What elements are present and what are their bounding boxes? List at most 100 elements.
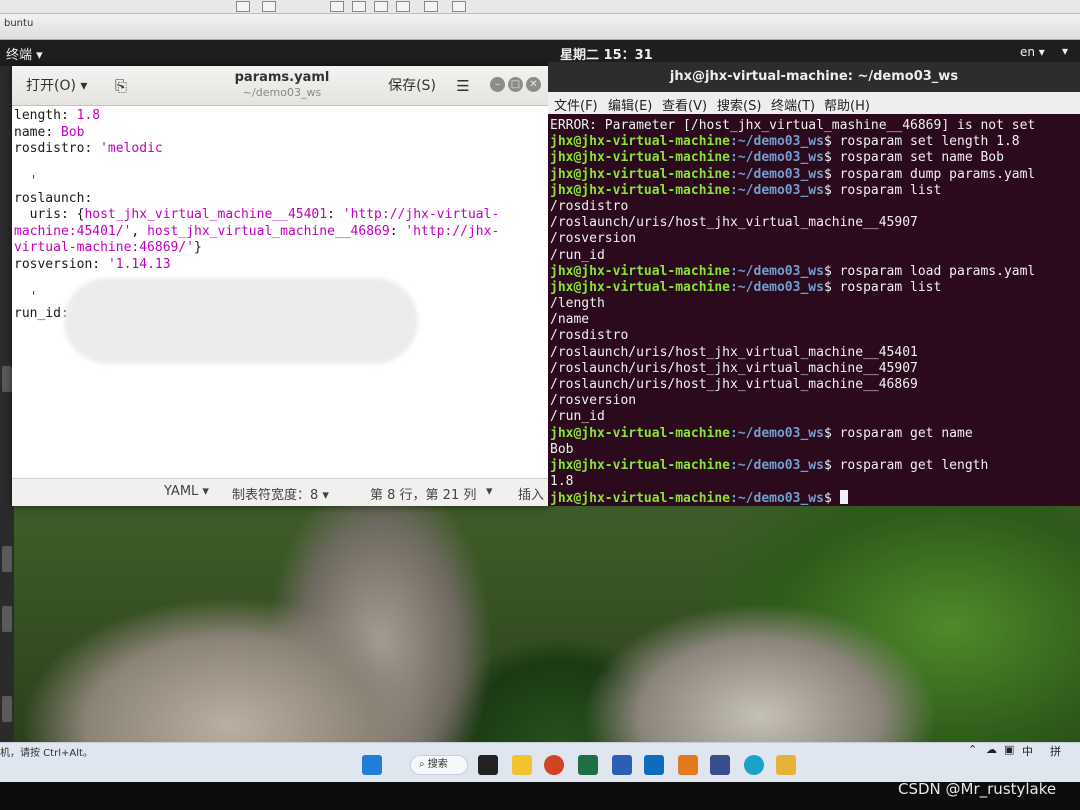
prompt-path: :~/demo03_ws [730, 263, 824, 279]
powerpoint-icon[interactable] [544, 755, 564, 775]
dock-app-icon[interactable] [2, 546, 12, 572]
ime-mode-indicator[interactable]: 拼 [1050, 743, 1061, 759]
document-path: ~/demo03_ws [242, 86, 322, 99]
vm-toolbar-button[interactable] [374, 1, 388, 12]
menu-edit[interactable]: 编辑(E) [608, 95, 652, 114]
new-tab-icon[interactable]: ⎘ [108, 74, 134, 98]
yaml-key: : { [60, 207, 85, 222]
vm-toolbar-button[interactable] [396, 1, 410, 12]
vm-toolbar-button[interactable] [236, 1, 250, 12]
tray-network-icon[interactable]: ▣ [1004, 743, 1014, 756]
menu-view[interactable]: 查看(V) [662, 95, 707, 114]
open-button[interactable]: 打开(O) ▾ [20, 74, 94, 98]
prompt-path: :~/demo03_ws [730, 425, 824, 441]
terminal-line: /run_id [550, 409, 605, 425]
prompt-path: :~/demo03_ws [730, 457, 824, 473]
terminal-output[interactable]: ERROR: Parameter [/host_jhx_virtual_mash… [550, 118, 1078, 506]
menu-search[interactable]: 搜索(S) [717, 95, 761, 114]
yaml-key: : [45, 124, 61, 140]
taskbar-search[interactable]: ⌕ 搜索 [410, 755, 468, 775]
terminal-line: ERROR: Parameter [/host_jhx_virtual_mash… [550, 118, 1036, 133]
yaml-key: } [194, 240, 202, 255]
tray-cloud-icon[interactable]: ☁ [986, 743, 997, 756]
dev-tool-icon[interactable] [710, 755, 730, 775]
terminal-line: jhx@jhx-virtual-machine:~/demo03_ws$ ros… [550, 150, 1078, 166]
prompt-user: jhx@jhx-virtual-machine [550, 491, 731, 507]
excel-icon[interactable] [578, 755, 598, 775]
redacted-area [64, 278, 418, 364]
yaml-key: length [14, 108, 61, 123]
yaml-value: 'http://jhx- [405, 223, 500, 239]
terminal-line: /rosdistro [550, 328, 629, 344]
vm-toolbar-button[interactable] [330, 1, 344, 12]
task-view-icon[interactable] [478, 755, 498, 775]
maximize-icon[interactable]: □ [508, 77, 523, 92]
yaml-key: roslaunch [14, 190, 85, 206]
yaml-value: 'melodic [100, 141, 163, 156]
system-menu[interactable]: ▾ [1062, 44, 1068, 58]
close-icon[interactable]: ✕ [526, 77, 541, 92]
gedit-headerbar: 打开(O) ▾ ⎘ params.yaml ~/demo03_ws 保存(S) … [12, 66, 550, 106]
minimize-icon[interactable]: – [490, 77, 505, 92]
menu-terminal[interactable]: 终端(T) [771, 95, 815, 114]
prompt-user: jhx@jhx-virtual-machine [550, 166, 731, 182]
vm-toolbar-button[interactable] [424, 1, 438, 12]
editor-line: ' [14, 174, 550, 191]
prompt-path: :~/demo03_ws [730, 491, 824, 507]
editor-line: machine:45401/', host_jhx_virtual_machin… [14, 224, 550, 241]
terminal-line: /roslaunch/uris/host_jhx_virtual_machine… [550, 377, 918, 392]
app-menu[interactable]: 终端 ▾ [6, 44, 43, 63]
file-explorer-icon[interactable] [512, 755, 532, 775]
dock-app-icon[interactable] [2, 366, 12, 392]
prompt-user: jhx@jhx-virtual-machine [550, 457, 731, 473]
editor-line: length: 1.8 [14, 108, 550, 125]
vmware-icon[interactable] [776, 755, 796, 775]
word-icon[interactable] [612, 755, 632, 775]
menu-help[interactable]: 帮助(H) [824, 95, 870, 114]
yaml-value: host_jhx_virtual_machine__45401 [84, 207, 328, 222]
command-text: rosparam get length [831, 457, 989, 473]
terminal-line: jhx@jhx-virtual-machine:~/demo03_ws$ [550, 490, 1078, 506]
command-text [832, 491, 840, 506]
prompt-path: :~/demo03_ws [730, 150, 824, 166]
yaml-value: 'http://jhx-virtual- [342, 207, 500, 222]
tab-width-selector[interactable]: 制表符宽度：8 ▾ [232, 484, 329, 503]
vm-tabbar: buntu [0, 14, 1080, 40]
dock-app-icon[interactable] [2, 696, 12, 722]
menu-file[interactable]: 文件(F) [554, 95, 598, 114]
cursor-position: 第 8 行，第 21 列 [370, 488, 477, 503]
terminal-line: jhx@jhx-virtual-machine:~/demo03_ws$ ros… [550, 183, 1078, 199]
hamburger-menu-icon[interactable]: ☰ [450, 74, 476, 98]
matlab-icon[interactable] [678, 755, 698, 775]
taskbar-search-label: 搜索 [427, 759, 448, 770]
ime-indicator[interactable]: 中 [1022, 743, 1033, 759]
save-button[interactable]: 保存(S) [384, 74, 440, 98]
vm-tab[interactable]: buntu [0, 18, 33, 29]
dock-app-icon[interactable] [2, 606, 12, 632]
tray-chevron-icon[interactable]: ⌃ [968, 743, 977, 756]
language-selector[interactable]: YAML ▾ [164, 484, 209, 499]
yaml-key: : [327, 207, 343, 222]
vm-toolbar [0, 0, 1080, 14]
outlook-icon[interactable] [644, 755, 664, 775]
cursor-position-dropdown[interactable]: ▾ [486, 484, 493, 499]
command-text: rosparam set length 1.8 [831, 134, 1020, 150]
yaml-key: : [92, 256, 108, 272]
yaml-value: ' [14, 174, 38, 189]
terminal-line: jhx@jhx-virtual-machine:~/demo03_ws$ ros… [550, 426, 1078, 442]
editor-line: rosdistro: 'melodic [14, 141, 550, 158]
prompt-symbol: $ [823, 491, 832, 507]
terminal-line: /roslaunch/uris/host_jhx_virtual_machine… [550, 215, 918, 231]
edge-browser-icon[interactable] [744, 755, 764, 775]
vm-toolbar-button[interactable] [262, 1, 276, 12]
vm-toolbar-button[interactable] [352, 1, 366, 12]
vm-toolbar-button[interactable] [452, 1, 466, 12]
windows-start-icon[interactable] [362, 755, 382, 775]
clock[interactable]: 星期二 15：31 [560, 44, 653, 63]
terminal-line: jhx@jhx-virtual-machine:~/demo03_ws$ ros… [550, 280, 1078, 296]
terminal-line: jhx@jhx-virtual-machine:~/demo03_ws$ ros… [550, 264, 1078, 280]
terminal-line: jhx@jhx-virtual-machine:~/demo03_ws$ ros… [550, 167, 1078, 183]
yaml-key: uris [14, 207, 61, 222]
input-language[interactable]: en ▾ [1020, 45, 1045, 59]
